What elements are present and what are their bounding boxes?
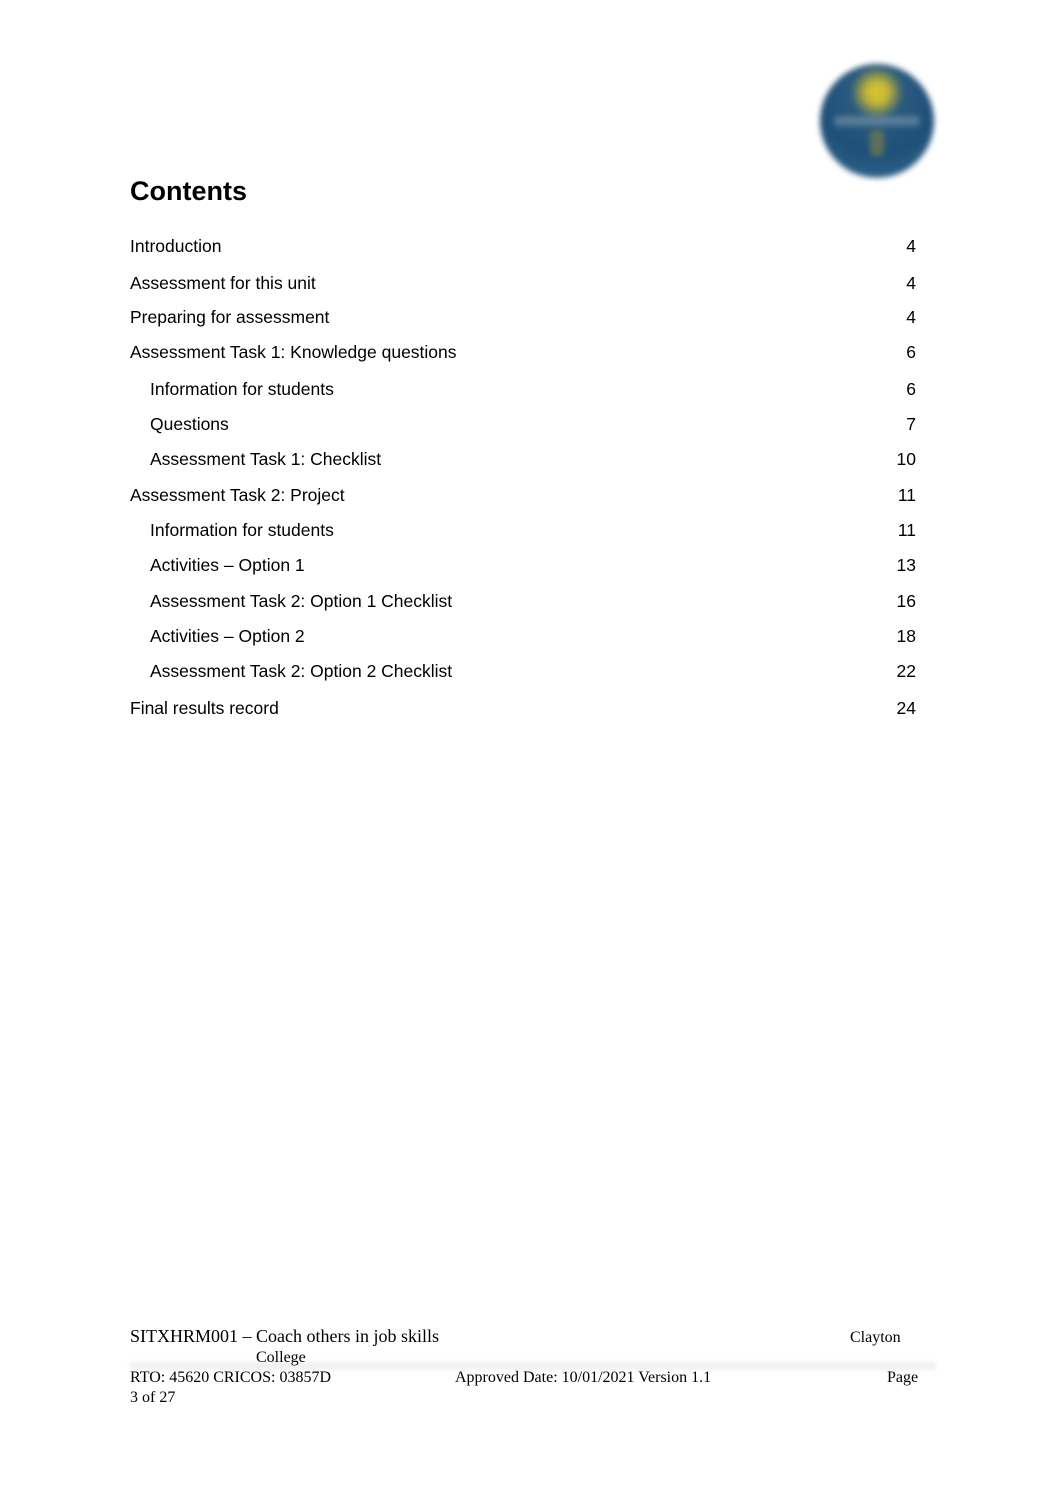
toc-entry-page: 6: [906, 379, 916, 399]
toc-entry-label: Assessment Task 2: Option 2 Checklist: [150, 661, 453, 681]
toc-entry-label: Information for students: [150, 379, 334, 399]
toc-entry[interactable]: Assessment Task 1: Checklist 10: [150, 448, 916, 470]
toc-entry-label: Activities – Option 1: [150, 555, 305, 575]
toc-entry-page: 11: [897, 485, 916, 505]
toc-entry-label: Questions: [150, 414, 229, 434]
toc-entry-label: Final results record: [130, 698, 279, 718]
toc-entry-label: Assessment for this unit: [130, 273, 316, 293]
toc-entry[interactable]: Questions 7: [150, 413, 916, 435]
toc-entry-label: Assessment Task 1: Checklist: [150, 449, 382, 469]
toc-entry-page: 7: [906, 414, 916, 434]
toc-entry-page: 18: [896, 626, 916, 646]
toc-entry[interactable]: Final results record 24: [130, 697, 916, 719]
toc-entry[interactable]: Activities – Option 2 18: [150, 625, 916, 647]
logo-band: [834, 116, 920, 126]
toc-entry[interactable]: Information for students 11: [150, 519, 916, 541]
toc-entry-label: Assessment Task 2: Project: [130, 485, 345, 505]
toc-entry-page: 11: [897, 520, 916, 540]
toc-entry[interactable]: Assessment for this unit 4: [130, 272, 916, 294]
toc-entry[interactable]: Assessment Task 1: Knowledge questions 6: [130, 341, 916, 363]
college-logo-icon: [820, 64, 934, 178]
footer-college-first: Clayton: [850, 1329, 901, 1346]
toc-entry-page: 4: [906, 307, 916, 327]
toc-entry[interactable]: Activities – Option 1 13: [150, 554, 916, 576]
toc-entry-page: 13: [896, 555, 916, 575]
footer-page-count: 3 of 27: [130, 1389, 176, 1406]
logo-stem: [870, 130, 884, 156]
toc-entry-page: 16: [896, 591, 916, 611]
footer-college-second: College: [256, 1349, 306, 1366]
toc-entry[interactable]: Assessment Task 2: Project 11: [130, 484, 916, 506]
footer-approved-date: Approved Date: 10/01/2021 Version 1.1: [455, 1369, 712, 1386]
toc-entry[interactable]: Information for students 6: [150, 378, 916, 400]
toc-entry-page: 22: [896, 661, 916, 681]
toc-entry-page: 4: [906, 273, 916, 293]
toc-entry-label: Assessment Task 1: Knowledge questions: [130, 342, 457, 362]
footer-unit-title: SITXHRM001 – Coach others in job skills: [130, 1326, 439, 1346]
toc-entry[interactable]: Assessment Task 2: Option 2 Checklist 22: [150, 660, 916, 682]
toc-entry-label: Assessment Task 2: Option 1 Checklist: [150, 591, 453, 611]
toc-entry-page: 24: [896, 698, 916, 718]
toc-entry-page: 10: [896, 449, 916, 469]
toc-entry[interactable]: Preparing for assessment 4: [130, 306, 916, 328]
toc-entry-label: Preparing for assessment: [130, 307, 330, 327]
toc-entry-label: Activities – Option 2: [150, 626, 305, 646]
page-title: Contents: [130, 176, 247, 206]
toc-entry[interactable]: Assessment Task 2: Option 1 Checklist 16: [150, 590, 916, 612]
toc-entry-page: 4: [906, 236, 916, 256]
toc-entry-label: Introduction: [130, 236, 222, 256]
toc-entry-page: 6: [906, 342, 916, 362]
toc-entry-label: Information for students: [150, 520, 334, 540]
footer-page-word: Page: [887, 1369, 919, 1386]
toc-entry[interactable]: Introduction 4: [130, 235, 916, 257]
footer-rto: RTO: 45620 CRICOS: 03857D: [130, 1369, 331, 1386]
